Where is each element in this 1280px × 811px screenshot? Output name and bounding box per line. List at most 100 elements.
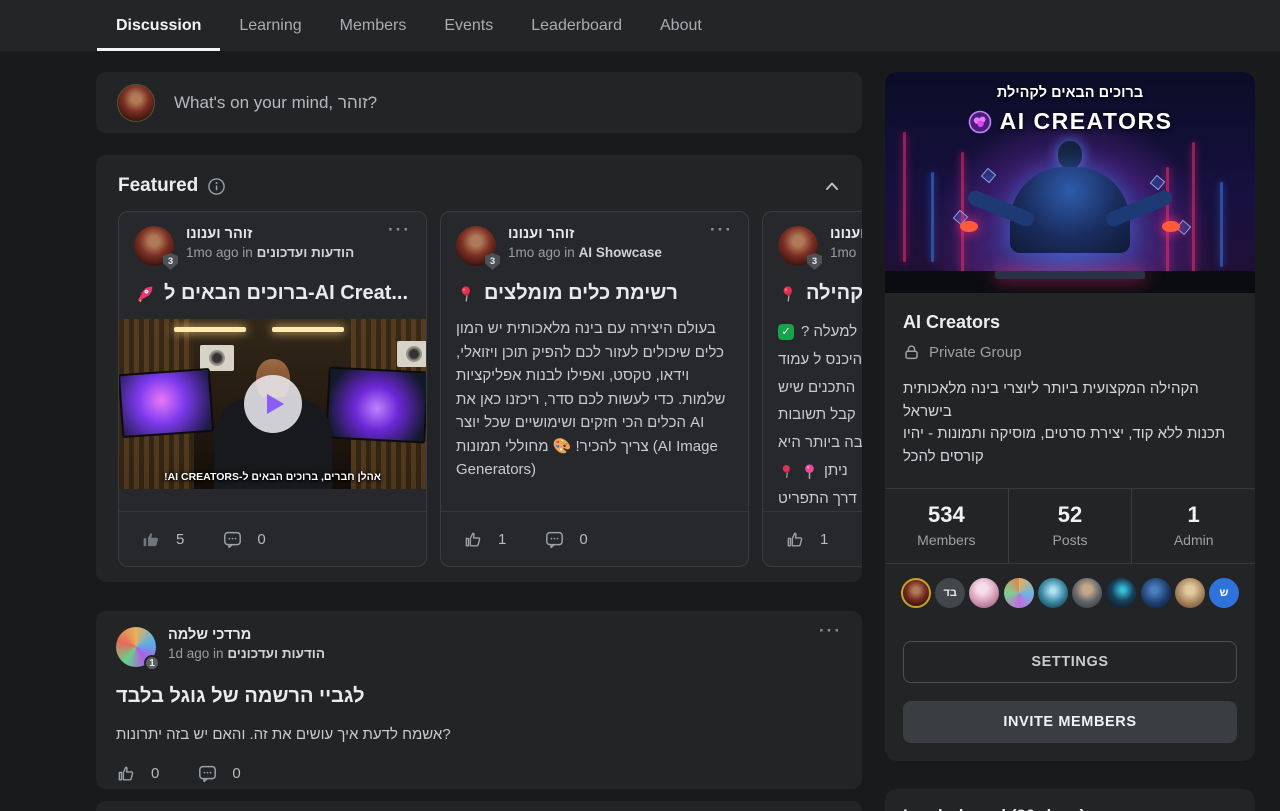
banner-welcome-text: ברוכים הבאים לקהילת	[885, 85, 1255, 101]
post-menu-icon[interactable]: ···	[819, 627, 842, 635]
check-emoji-icon: ✓	[778, 324, 794, 340]
tab-learning[interactable]: Learning	[220, 0, 320, 51]
leaderboard-title: Leaderboard (30-days)	[903, 806, 1237, 811]
group-privacy-label: Private Group	[929, 344, 1022, 361]
author-name[interactable]: זוהר וענונו	[186, 226, 354, 242]
post-meta: 1d ago in הודעות ועדכונים	[168, 646, 325, 661]
banner-brand-text: AI CREATORS	[1000, 108, 1173, 135]
comment-button[interactable]	[222, 529, 243, 550]
like-count: 0	[151, 765, 159, 782]
featured-card-welcome[interactable]: 3 זוהר וענונו 1mo ago in הודעות ועדכונים…	[118, 211, 427, 567]
group-info-card: ברוכים הבאים לקהילת AI CREATORS AI Creat…	[885, 72, 1255, 761]
post-body-line: בה ביותר היא	[778, 434, 862, 453]
featured-card-community[interactable]: 3 זוהר וענונו 1mo קהילה	[762, 211, 862, 567]
featured-header: Featured	[96, 155, 862, 211]
play-button[interactable]	[244, 375, 302, 433]
member-avatar[interactable]	[969, 578, 999, 608]
member-avatar[interactable]	[1175, 578, 1205, 608]
post-title[interactable]: ברוכים הבאים ל-AI Creat...	[134, 282, 411, 305]
like-button[interactable]	[463, 529, 484, 550]
post-title[interactable]: לגביי הרשמה של גוגל בלבד	[116, 685, 842, 708]
like-count: 5	[176, 531, 184, 548]
pushpin-emoji-icon	[778, 463, 795, 480]
post-body-line: דרך התפריט	[778, 490, 862, 509]
tab-leaderboard[interactable]: Leaderboard	[512, 0, 641, 51]
round-pin-emoji-icon	[802, 463, 817, 480]
comment-button[interactable]	[197, 763, 218, 784]
stat-members[interactable]: 534 Members	[885, 489, 1008, 563]
composer-prompt[interactable]: What's on your mind, זוהר?	[174, 93, 377, 113]
like-button[interactable]	[116, 763, 137, 784]
video-caption: אהלן חברים, ברוכים הבאים ל-AI CREATORS!	[118, 471, 427, 483]
post-body: בעולם היצירה עם בינה מלאכותית יש המון כל…	[456, 317, 733, 482]
like-button[interactable]	[785, 529, 806, 550]
like-button[interactable]	[141, 529, 162, 550]
banner-figure	[960, 149, 1180, 269]
post-category[interactable]: AI Showcase	[579, 245, 662, 260]
level-badge: 3	[485, 253, 500, 270]
member-avatar[interactable]	[901, 578, 931, 608]
post-body-line: קבל תשובות	[778, 406, 862, 425]
post-category[interactable]: הודעות ועדכונים	[227, 646, 325, 661]
author-avatar[interactable]: 3	[134, 226, 174, 266]
post-category[interactable]: הודעות ועדכונים	[257, 245, 355, 260]
current-user-avatar[interactable]	[117, 84, 155, 122]
post-title[interactable]: קהילה	[778, 282, 862, 305]
right-monitor	[325, 366, 427, 443]
post-meta: 1mo ago in AI Showcase	[508, 245, 662, 260]
featured-title: Featured	[118, 175, 198, 197]
next-post-partial	[96, 801, 862, 811]
pushpin-emoji-icon	[456, 284, 476, 304]
group-description: הקהילה המקצועית ביותר ליוצרי בינה מלאכות…	[903, 378, 1237, 468]
left-monitor	[118, 368, 214, 438]
banner-logo: AI CREATORS	[885, 108, 1255, 135]
author-name[interactable]: זוהר וענונו	[830, 226, 862, 242]
stat-posts[interactable]: 52 Posts	[1008, 489, 1132, 563]
level-badge: 3	[807, 253, 822, 270]
info-icon[interactable]	[208, 178, 225, 195]
tab-discussion[interactable]: Discussion	[97, 0, 220, 51]
post-body-line: היכנס ל עמוד	[778, 351, 862, 370]
lock-icon	[903, 344, 920, 361]
comment-button[interactable]	[544, 529, 565, 550]
post-body-line: ניתן	[778, 462, 862, 481]
member-avatar[interactable]	[1004, 578, 1034, 608]
like-count: 1	[820, 531, 828, 548]
post-menu-icon[interactable]: ···	[388, 226, 411, 234]
group-name: AI Creators	[903, 312, 1237, 333]
comment-count: 0	[257, 531, 265, 548]
post-menu-icon[interactable]: ···	[710, 226, 733, 234]
post-composer[interactable]: What's on your mind, זוהר?	[96, 72, 862, 133]
member-avatar[interactable]: ש	[1209, 578, 1239, 608]
stat-admins[interactable]: 1 Admin	[1131, 489, 1255, 563]
tab-events[interactable]: Events	[425, 0, 512, 51]
featured-section: Featured 3 זוהר וענונו 1mo	[96, 155, 862, 582]
member-avatar[interactable]	[1038, 578, 1068, 608]
member-avatar[interactable]	[1106, 578, 1136, 608]
member-avatar[interactable]	[1141, 578, 1171, 608]
rocket-emoji-icon	[134, 283, 156, 305]
pushpin-emoji-icon	[778, 284, 798, 304]
author-avatar[interactable]: 3	[778, 226, 818, 266]
chevron-up-icon[interactable]	[824, 179, 840, 193]
member-avatar-row: בד ש	[885, 564, 1255, 624]
author-name[interactable]: זוהר וענונו	[508, 226, 662, 242]
invite-members-button[interactable]: INVITE MEMBERS	[903, 701, 1237, 743]
tab-about[interactable]: About	[641, 0, 721, 51]
post-title[interactable]: רשימת כלים מומלצים	[456, 282, 733, 305]
author-avatar[interactable]: 3	[456, 226, 496, 266]
post-body: אשמח לדעת איך עושים את זה. והאם יש בזה י…	[116, 723, 842, 747]
group-banner-image[interactable]: ברוכים הבאים לקהילת AI CREATORS	[885, 72, 1255, 293]
tab-members[interactable]: Members	[321, 0, 426, 51]
settings-button[interactable]: SETTINGS	[903, 641, 1237, 683]
leaderboard-card: Leaderboard (30-days)	[885, 789, 1255, 811]
author-avatar[interactable]: 1	[116, 627, 156, 667]
member-avatar[interactable]: בד	[935, 578, 965, 608]
feed-post[interactable]: 1 מרדכי שלמה 1d ago in הודעות ועדכונים ·…	[96, 611, 862, 789]
featured-card-tools[interactable]: 3 זוהר וענונו 1mo ago in AI Showcase ···…	[440, 211, 749, 567]
post-body-line: התכנים שיש	[778, 379, 862, 398]
level-badge: 3	[163, 253, 178, 270]
member-avatar[interactable]	[1072, 578, 1102, 608]
video-thumbnail[interactable]: אהלן חברים, ברוכים הבאים ל-AI CREATORS!	[118, 319, 427, 489]
author-name[interactable]: מרדכי שלמה	[168, 627, 325, 643]
